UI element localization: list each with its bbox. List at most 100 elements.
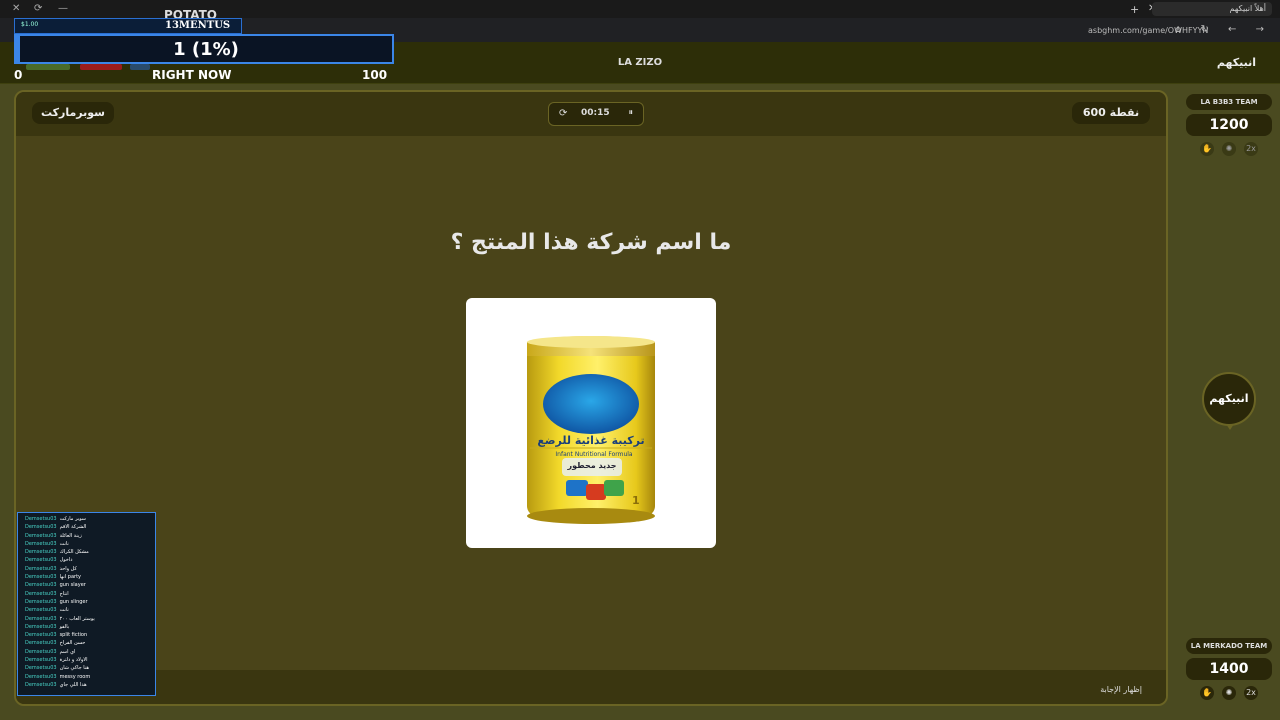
chat-line: Demsetsu03 gun slayer (25, 581, 155, 589)
burst-icon[interactable]: ✺ (1222, 686, 1236, 700)
overlay-chips (26, 64, 150, 72)
chat-message: اي اسم (59, 648, 76, 655)
chat-username: Demsetsu03 (25, 681, 57, 688)
chat-message: زينة العائلة (59, 532, 82, 539)
chat-message: انتاج (59, 590, 69, 597)
chat-line: Demsetsu03 حسن الفراخ (25, 639, 155, 647)
overlay-chip (80, 64, 122, 70)
reload-window-icon[interactable]: ⟳ (34, 3, 42, 14)
chat-message: يوستر العاب ٢٠٠ (59, 615, 95, 622)
chat-message: هذا اللي جاي (59, 681, 87, 688)
product-stage: 1 (632, 494, 640, 507)
product-image: تركيبة غذائية للرضع Infant Nutritional F… (466, 298, 716, 548)
chat-username: Demsetsu03 (25, 640, 57, 647)
turn-arrow (1226, 424, 1234, 430)
timer: ⟳ 00:15 ⏸ (548, 102, 644, 126)
chat-line: Demsetsu03 يوستر العاب ٢٠٠ (25, 615, 155, 623)
goal-label: RIGHT NOW (152, 68, 232, 82)
chat-line: Demsetsu03 مشكل الكراك (25, 548, 155, 556)
overlay-name: 13MENTUS (165, 20, 231, 31)
chat-line: Demsetsu03 زينة العائلة (25, 532, 155, 540)
chat-message: كل واحد (59, 565, 77, 572)
chat-username: Demsetsu03 (25, 516, 57, 522)
stream-chat: Demsetsu03 سوبر ماركت Demsetsu03 الشركة الا… (17, 512, 156, 696)
chat-line: Demsetsu03 الاولاد و دلترة (25, 656, 155, 664)
hand-icon[interactable]: ✋ (1200, 142, 1214, 156)
chat-message: انها party (59, 574, 81, 581)
hand-icon[interactable]: ✋ (1200, 686, 1214, 700)
chat-line: Demsetsu03 الشركة الاقم (25, 523, 155, 531)
product-english-title: Infant Nutritional Formula (555, 451, 633, 458)
chat-line: Demsetsu03 هنا جاكي شان (25, 664, 155, 672)
chat-username: Demsetsu03 (25, 648, 57, 655)
chat-line: Demsetsu03 نانت (25, 606, 155, 614)
goal-progress-text: 1 (1%) (173, 39, 239, 60)
chat-username: Demsetsu03 (25, 574, 57, 581)
chat-message: gun slayer (59, 582, 86, 589)
reset-timer-icon[interactable]: ⟳ (559, 108, 567, 119)
category-badge: سوبرماركت (32, 102, 114, 124)
stream-goal-overlay: POTATO $1.00 13MENTUS 1 (1%) 0 RIGHT NOW… (14, 8, 394, 84)
chat-username: Demsetsu03 (25, 532, 57, 539)
chat-message: بالفو (59, 623, 70, 630)
goal-progress-bar: 1 (1%) (14, 34, 394, 64)
chat-line: Demsetsu03 بالفو (25, 623, 155, 631)
chat-message: مشكل الكراك (59, 549, 89, 556)
chat-message: حسن الفراخ (59, 640, 86, 647)
app-logo[interactable]: انبيكهم (1217, 56, 1256, 69)
burst-icon[interactable]: ✺ (1222, 142, 1236, 156)
show-answer-button[interactable]: إظهار الإجابة (1100, 685, 1142, 694)
chat-message: نانت (59, 540, 69, 547)
minimize-icon[interactable]: — (58, 3, 68, 14)
chat-username: Demsetsu03 (25, 565, 57, 572)
formula-can-illustration (527, 336, 655, 524)
chat-line: Demsetsu03 داخول (25, 556, 155, 564)
navigation-icons[interactable]: ⌂ ↻ ← → (1175, 24, 1272, 35)
question-text: ما اسم شركة هذا المنتج ؟ (450, 230, 732, 255)
chat-username: Demsetsu03 (25, 590, 57, 597)
card-top-bar: سوبرماركت ⟳ 00:15 ⏸ 600 نقطة (16, 92, 1166, 136)
chat-line: Demsetsu03 split fiction (25, 631, 155, 639)
chat-username: Demsetsu03 (25, 598, 57, 605)
chat-username: Demsetsu03 (25, 665, 57, 672)
card-bottom-bar: إظهار الإجابة (16, 670, 1166, 704)
new-tab-button[interactable]: + (1130, 3, 1139, 16)
timer-value: 00:15 (581, 108, 610, 118)
goal-max: 100 (362, 68, 388, 82)
chat-line: Demsetsu03 نانت (25, 540, 155, 548)
team-2-name: LA MERKADO TEAM (1186, 638, 1272, 654)
points-badge: 600 نقطة (1072, 102, 1150, 124)
chat-message: messy room (59, 673, 91, 680)
browser-tab[interactable]: أهلاً انبيكهم (1152, 2, 1272, 16)
chat-username: Demsetsu03 (25, 582, 57, 589)
team-2-score: 1400 (1186, 658, 1272, 680)
teams-sidebar: LA B3B3 TEAM 1200 ✋ ✺ 2x انبيكهم LA MERK… (1172, 84, 1280, 720)
chat-message: داخول (59, 557, 73, 564)
pause-icon[interactable]: ⏸ (628, 108, 633, 118)
overlay-top-strip: $1.00 13MENTUS (14, 18, 242, 34)
turn-indicator: انبيكهم (1202, 372, 1256, 426)
chat-message: هنا جاكي شان (59, 665, 89, 672)
close-window-icon[interactable]: ✕ (12, 3, 20, 14)
overlay-money: $1.00 (21, 21, 39, 28)
team-2-tools: ✋ ✺ 2x (1200, 686, 1260, 700)
chat-message: سوبر ماركت (59, 516, 86, 522)
chat-message: split fiction (59, 632, 88, 639)
chat-username: Demsetsu03 (25, 632, 57, 639)
chat-line: Demsetsu03 كل واحد (25, 565, 155, 573)
chat-message: الاولاد و دلترة (59, 657, 88, 664)
goal-min: 0 (14, 68, 23, 82)
chat-username: Demsetsu03 (25, 549, 57, 556)
chat-line: Demsetsu03 انها party (25, 573, 155, 581)
double-points-icon[interactable]: 2x (1244, 142, 1258, 156)
team-1-tools: ✋ ✺ 2x (1200, 142, 1260, 156)
chat-line: Demsetsu03 gun slinger (25, 598, 155, 606)
team-1-score: 1200 (1186, 114, 1272, 136)
double-points-icon[interactable]: 2x (1244, 686, 1258, 700)
chat-line: Demsetsu03 انتاج (25, 590, 155, 598)
chat-username: Demsetsu03 (25, 623, 57, 630)
product-arabic-title: تركيبة غذائية للرضع (537, 434, 645, 447)
overlay-chip (26, 64, 70, 70)
chat-line: Demsetsu03 اي اسم (25, 648, 155, 656)
chat-line: Demsetsu03 messy room (25, 673, 155, 681)
